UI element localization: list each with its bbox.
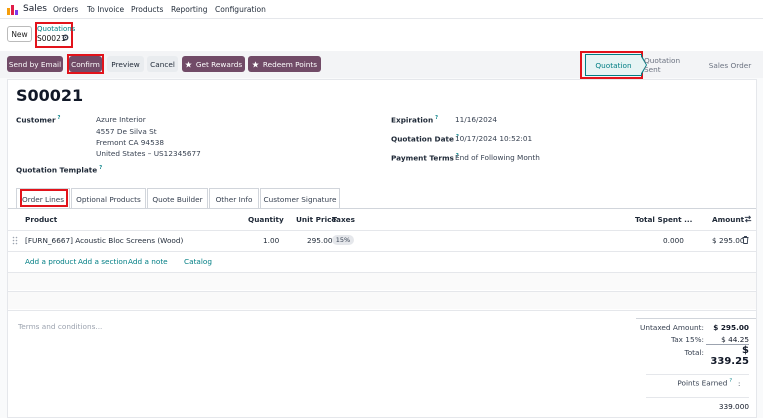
menu-to-invoice[interactable]: To Invoice xyxy=(87,5,124,14)
add-note-link[interactable]: Add a note xyxy=(128,257,168,266)
trash-icon[interactable] xyxy=(742,236,749,244)
confirm-button[interactable]: Confirm xyxy=(69,56,102,72)
send-by-email-button[interactable]: Send by Email xyxy=(7,56,63,72)
cancel-button[interactable]: Cancel xyxy=(147,56,178,72)
points-value-divider xyxy=(646,397,749,398)
payment-terms-field[interactable]: End of Following Month xyxy=(455,153,540,162)
column-settings-icon[interactable] xyxy=(744,215,752,223)
points-colon: : xyxy=(738,380,741,388)
customer-country: United States – US12345677 xyxy=(96,149,201,158)
row-amount: $ 295.00 xyxy=(712,236,745,245)
points-earned-label: Points Earned? xyxy=(677,378,732,388)
redeem-points-label: Redeem Points xyxy=(262,59,318,69)
points-divider xyxy=(646,374,749,375)
terms-input[interactable]: Terms and conditions... xyxy=(18,322,102,331)
menu-reporting[interactable]: Reporting xyxy=(171,5,207,14)
totals-divider xyxy=(636,318,756,319)
empty-row xyxy=(8,272,756,290)
col-unit-price[interactable]: Unit Price xyxy=(296,215,336,224)
untaxed-value: $ 295.00 xyxy=(713,323,749,332)
quotation-date-label: Quotation Date? xyxy=(391,134,459,144)
menu-configuration[interactable]: Configuration xyxy=(215,5,266,14)
tab-customer-signature[interactable]: Customer Signature xyxy=(260,188,340,209)
customer-label: Customer? xyxy=(16,115,61,125)
row-quantity[interactable]: 1.00 xyxy=(263,236,279,245)
tab-optional-products[interactable]: Optional Products xyxy=(71,188,146,209)
tab-divider xyxy=(8,208,756,209)
customer-city: Fremont CA 94538 xyxy=(96,138,164,147)
quotation-template-label: Quotation Template? xyxy=(16,165,103,175)
new-button[interactable]: New xyxy=(7,26,32,42)
tax-value: $ 44.25 xyxy=(721,335,749,344)
app-name[interactable]: Sales xyxy=(23,4,47,14)
payment-terms-label: Payment Terms? xyxy=(391,153,459,163)
star-icon xyxy=(252,60,259,68)
control-panel xyxy=(0,19,763,51)
preview-button[interactable]: Preview xyxy=(107,56,144,72)
add-section-link[interactable]: Add a section xyxy=(78,257,128,266)
row-tax-badge[interactable]: 15% xyxy=(332,235,354,245)
total-value: $ 339.25 xyxy=(710,345,749,367)
table-bottom xyxy=(8,310,756,311)
untaxed-label: Untaxed Amount: xyxy=(640,323,704,332)
sales-app-icon[interactable] xyxy=(7,4,19,15)
tab-highlight xyxy=(20,189,68,207)
menu-products[interactable]: Products xyxy=(131,5,163,14)
row-unit-price[interactable]: 295.00 xyxy=(307,236,333,245)
status-quotation[interactable]: Quotation xyxy=(585,54,642,76)
row-product[interactable]: [FURN_6667] Acoustic Bloc Screens (Wood) xyxy=(25,236,183,245)
breadcrumb-quotations[interactable]: Quotations xyxy=(37,25,75,33)
status-sales-order[interactable]: Sales Order xyxy=(704,54,756,76)
row-total-spent: 0.000 xyxy=(663,236,684,245)
col-product[interactable]: Product xyxy=(25,215,57,224)
menu-orders[interactable]: Orders xyxy=(53,5,78,14)
tab-other-info[interactable]: Other Info xyxy=(209,188,259,209)
expiration-field[interactable]: 11/16/2024 xyxy=(455,115,497,124)
col-taxes[interactable]: Taxes xyxy=(332,215,355,224)
get-rewards-label: Get Rewards xyxy=(195,59,243,69)
gear-icon[interactable] xyxy=(62,34,69,41)
redeem-points-button[interactable]: Redeem Points xyxy=(248,56,321,72)
row-divider xyxy=(8,251,756,252)
quotation-date-field[interactable]: 10/17/2024 10:52:01 xyxy=(455,134,532,143)
status-quotation-sent[interactable]: Quotation Sent xyxy=(644,54,696,76)
col-total-spent[interactable]: Total Spent ... xyxy=(635,215,692,224)
header-divider xyxy=(8,230,756,231)
get-rewards-button[interactable]: Get Rewards xyxy=(182,56,245,72)
record-title: S00021 xyxy=(16,86,84,105)
customer-name[interactable]: Azure Interior xyxy=(96,115,146,124)
tab-quote-builder[interactable]: Quote Builder xyxy=(147,188,208,209)
points-earned-value: 339.000 xyxy=(718,402,749,411)
tax-label: Tax 15%: xyxy=(670,335,704,344)
col-amount[interactable]: Amount xyxy=(712,215,744,224)
catalog-link[interactable]: Catalog xyxy=(184,257,212,266)
col-quantity[interactable]: Quantity xyxy=(248,215,284,224)
add-product-link[interactable]: Add a product xyxy=(25,257,76,266)
expiration-label: Expiration? xyxy=(391,115,439,125)
drag-handle-icon[interactable] xyxy=(12,236,18,245)
empty-row xyxy=(8,291,756,309)
star-icon xyxy=(185,60,192,68)
customer-street: 4557 De Silva St xyxy=(96,127,157,136)
total-label: Total: xyxy=(684,348,705,357)
